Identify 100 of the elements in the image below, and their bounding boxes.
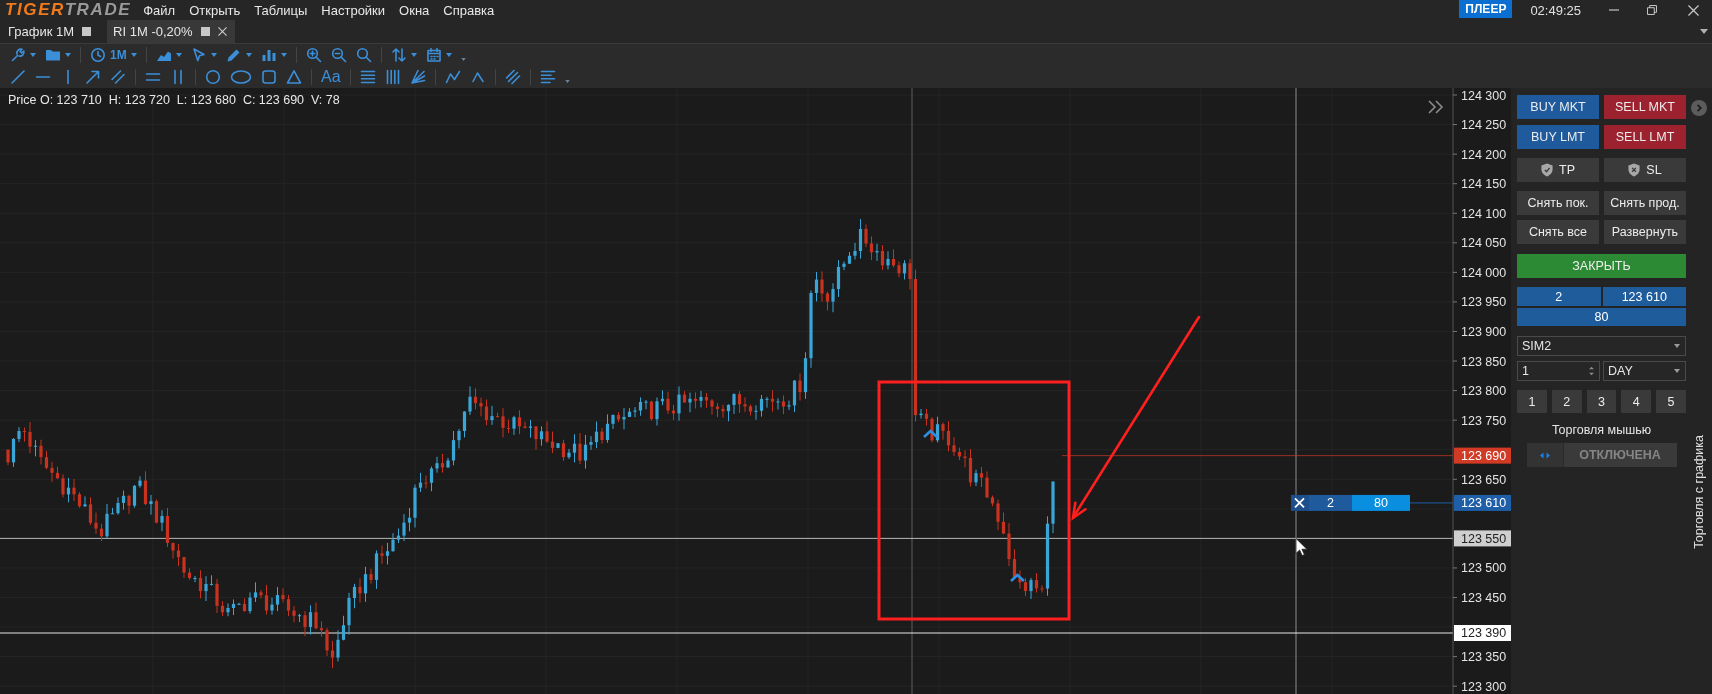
close-icon[interactable] [1688, 4, 1699, 16]
shield-check-icon [1541, 163, 1553, 177]
preset-button[interactable]: 4 [1621, 390, 1652, 413]
price-tick-label: 123 350 [1461, 650, 1507, 665]
preset-button[interactable]: 1 [1517, 390, 1547, 413]
pencil-icon[interactable] [225, 47, 242, 63]
zoom-out-icon[interactable] [330, 47, 347, 63]
price-tick-label: 124 050 [1461, 236, 1507, 251]
price-tick-label: 124 300 [1461, 88, 1507, 103]
zoom-in-icon[interactable] [305, 47, 322, 63]
sort-arrows-icon[interactable] [390, 47, 407, 63]
folder-icon[interactable] [45, 47, 61, 63]
preset-button[interactable]: 5 [1656, 390, 1686, 413]
caret-down-icon[interactable] [130, 53, 137, 57]
caret-down-icon[interactable] [445, 53, 452, 57]
calendar-icon[interactable] [425, 47, 442, 63]
time-in-force-select[interactable]: DAY [1603, 361, 1686, 381]
caret-down-icon[interactable] [1700, 29, 1708, 34]
sell-button[interactable]: SELL MKT [1604, 95, 1686, 119]
mode-badge[interactable]: ПЛЕЕР [1459, 0, 1513, 18]
price-tick-label: 124 200 [1461, 147, 1507, 162]
sell-button[interactable]: SELL LMT [1604, 125, 1686, 149]
angle-icon[interactable] [469, 69, 486, 85]
rectangle-icon[interactable] [261, 69, 277, 85]
diagonal-line-icon[interactable] [10, 69, 26, 85]
preset-button[interactable]: 3 [1586, 390, 1617, 413]
menu-item[interactable]: Окна [399, 2, 430, 18]
cursor-icon[interactable] [190, 47, 207, 63]
stop-loss-button[interactable]: SL [1604, 158, 1686, 182]
chart-tab[interactable]: RI 1M -0,20% [107, 20, 235, 43]
chevron-icon [923, 429, 938, 438]
price-tick-label: 123 500 [1461, 561, 1507, 576]
menu-item[interactable]: Таблицы [254, 2, 308, 18]
align-left-icon[interactable] [539, 69, 556, 85]
square-icon[interactable] [200, 27, 210, 36]
action-button[interactable]: Снять все [1517, 220, 1599, 244]
spinner-arrows-icon[interactable] [1589, 366, 1594, 376]
caret-down-icon[interactable] [1674, 344, 1680, 348]
menu-item[interactable]: Справка [443, 2, 495, 18]
menu-item[interactable]: Открыть [189, 2, 241, 18]
search-icon[interactable] [355, 47, 372, 63]
horizontal-lines-icon[interactable] [359, 69, 376, 85]
price-tick-label: 124 250 [1461, 118, 1507, 133]
chart-tab[interactable]: График 1M [2, 20, 100, 43]
arrows-icon [1539, 451, 1550, 459]
square-icon[interactable] [82, 27, 92, 36]
caret-down-icon[interactable] [460, 58, 466, 61]
text-tool-button[interactable]: Aa [321, 68, 341, 86]
action-button[interactable]: Снять прод. [1604, 191, 1686, 215]
bar-chart-icon[interactable] [260, 47, 277, 63]
buy-button[interactable]: BUY LMT [1517, 125, 1599, 149]
caret-down-icon[interactable] [65, 53, 71, 57]
triangle-icon[interactable] [286, 69, 302, 85]
side-tab[interactable]: Торговля с графика [1692, 435, 1706, 549]
polyline-icon[interactable] [444, 69, 461, 85]
close-icon[interactable] [1291, 494, 1309, 511]
menu-item[interactable]: Настройки [321, 2, 386, 18]
price-label: 123 390 [1454, 625, 1511, 641]
diagonal-stripes-icon[interactable] [504, 69, 521, 85]
close-position-button[interactable]: ЗАКРЫТЬ [1517, 254, 1686, 278]
action-button[interactable]: Развернуть [1604, 220, 1686, 244]
position-pnl: 80 [1517, 308, 1686, 326]
menu-item[interactable]: Файл [143, 2, 176, 18]
order-quantity[interactable]: 2 [1309, 494, 1352, 511]
price-label: 123 690 [1454, 447, 1511, 464]
parallel-lines-icon[interactable] [110, 69, 126, 85]
restore-icon[interactable] [1647, 5, 1657, 15]
clock-icon[interactable] [90, 47, 106, 63]
circle-icon[interactable] [205, 69, 221, 85]
caret-down-icon[interactable] [564, 80, 570, 83]
price-tick-label: 123 800 [1461, 384, 1507, 399]
preset-button[interactable]: 2 [1551, 390, 1582, 413]
caret-down-icon[interactable] [410, 53, 417, 57]
vertical-stripes-icon[interactable] [384, 69, 401, 85]
caret-down-icon[interactable] [210, 53, 217, 57]
ellipse-icon[interactable] [230, 69, 252, 85]
action-button[interactable]: Снять пок. [1517, 191, 1599, 215]
caret-down-icon[interactable] [1674, 369, 1680, 373]
price-tick-label: 124 100 [1461, 206, 1507, 221]
caret-down-icon[interactable] [175, 53, 182, 57]
close-icon[interactable] [217, 27, 227, 36]
price-label: 123 550 [1454, 530, 1511, 547]
double-chevron-icon[interactable] [1428, 100, 1444, 114]
fan-lines-icon[interactable] [409, 69, 426, 85]
caret-down-icon[interactable] [280, 53, 287, 57]
quantity-spinner[interactable]: 1 [1517, 361, 1600, 381]
take-profit-button[interactable]: TP [1517, 158, 1599, 182]
timeframe-button[interactable]: 1M [110, 48, 127, 62]
price-tick-label: 123 850 [1461, 354, 1507, 369]
caret-down-icon[interactable] [245, 53, 252, 57]
caret-down-icon[interactable] [30, 53, 36, 57]
arrow-icon[interactable] [85, 69, 101, 85]
chevron-right-icon[interactable] [1691, 100, 1707, 116]
order-pnl[interactable]: 80 [1352, 494, 1410, 511]
buy-button[interactable]: BUY MKT [1517, 95, 1599, 119]
mouse-pointer-icon [1295, 538, 1308, 556]
shield-x-icon [1628, 163, 1641, 177]
wrench-icon[interactable] [10, 47, 26, 63]
price-info: Price O: 123 710 H: 123 720 L: 123 680 C: 123 690 V: 78 [8, 93, 340, 107]
account-select[interactable]: SIM2 [1517, 336, 1686, 356]
